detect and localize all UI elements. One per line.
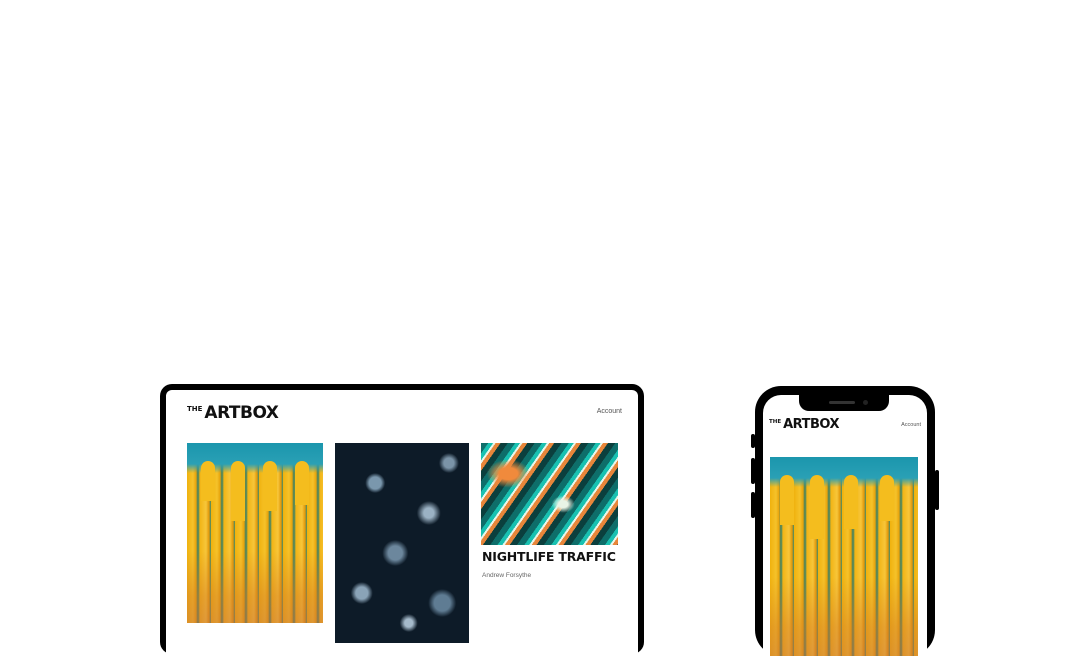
logo-prefix: THE <box>187 405 203 413</box>
logo-prefix: THE <box>769 419 782 425</box>
account-link[interactable]: Account <box>901 422 921 428</box>
logo-name: ARTBOX <box>783 417 839 432</box>
phone-notch <box>799 395 889 411</box>
artwork-card-image[interactable] <box>335 443 469 643</box>
account-link[interactable]: Account <box>597 408 622 415</box>
artwork-author[interactable]: Andrew Forsythe <box>482 572 531 579</box>
phone-screen: THE ARTBOX Account <box>763 395 927 656</box>
artwork-hero-image[interactable] <box>770 457 918 656</box>
speaker-icon <box>829 401 855 404</box>
artbox-logo[interactable]: THE ARTBOX <box>187 403 279 423</box>
artwork-title[interactable]: NIGHTLIFE TRAFFIC <box>482 549 616 564</box>
phone-device: THE ARTBOX Account <box>755 386 935 656</box>
camera-icon <box>863 400 868 405</box>
artbox-logo[interactable]: THE ARTBOX <box>769 417 839 432</box>
phone-power-button <box>935 470 939 510</box>
desktop-screen: THE ARTBOX Account NIGHTLIFE TRAFFIC Andr… <box>166 390 638 654</box>
logo-name: ARTBOX <box>204 403 279 423</box>
artwork-card-image[interactable] <box>481 443 618 545</box>
artwork-card-image[interactable] <box>187 443 323 623</box>
desktop-device: THE ARTBOX Account NIGHTLIFE TRAFFIC Andr… <box>160 384 644 654</box>
